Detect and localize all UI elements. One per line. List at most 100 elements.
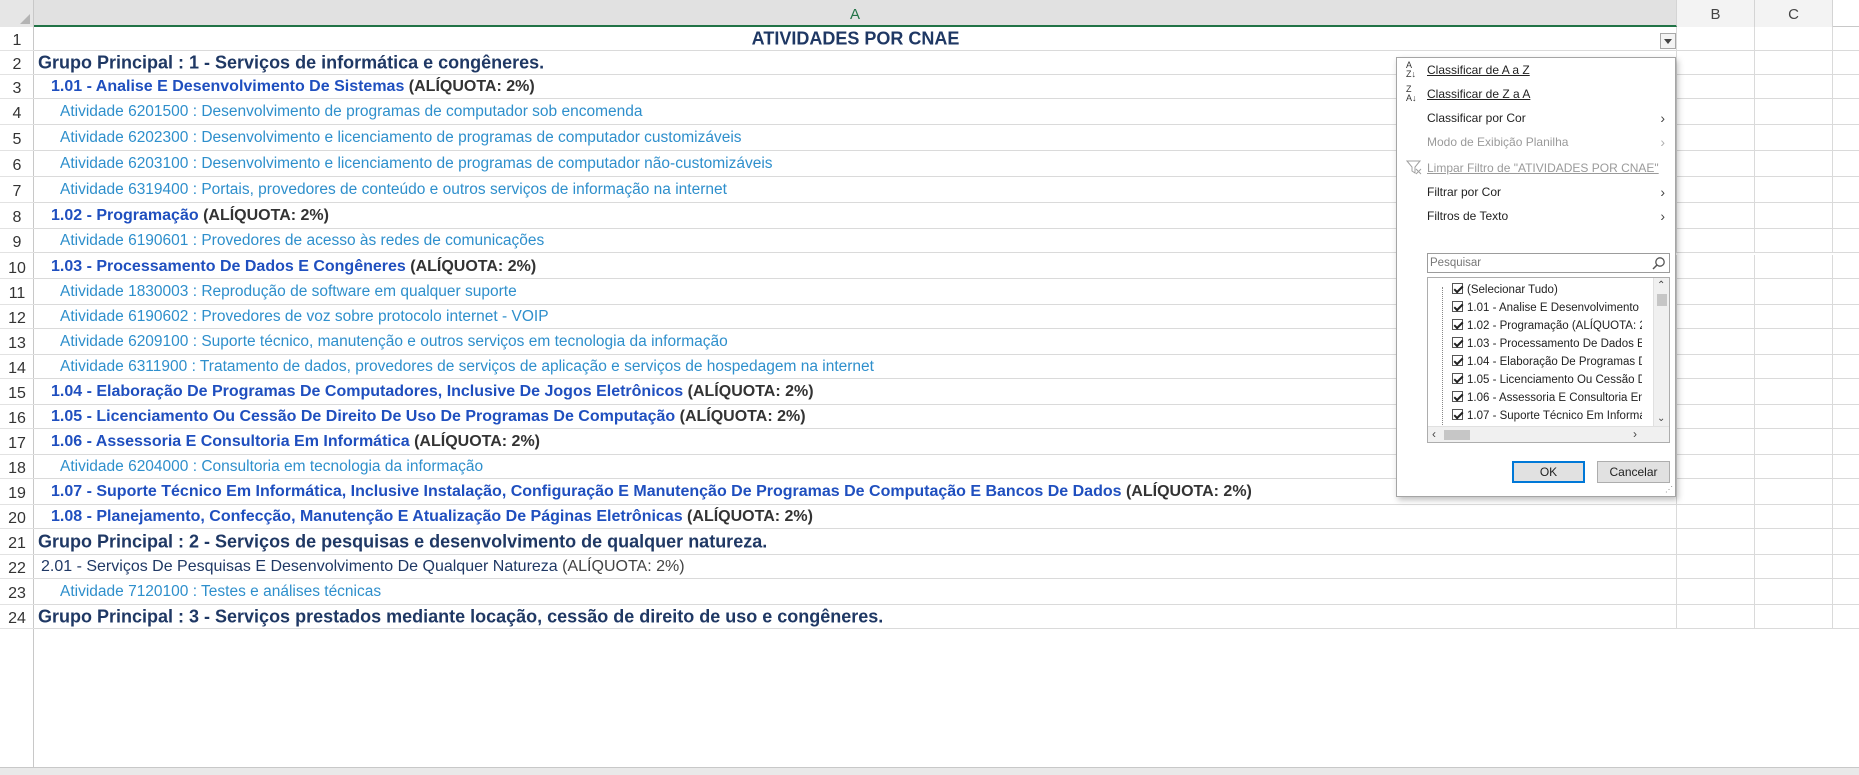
row-number[interactable]: 11 [0,279,34,305]
cell-b[interactable] [1677,177,1755,202]
cell-b[interactable] [1677,429,1755,454]
cell-c[interactable] [1755,151,1833,176]
row-number[interactable]: 7 [0,177,34,203]
cell-c[interactable] [1755,203,1833,228]
filter-dropdown-button[interactable] [1660,33,1676,49]
cell-b[interactable] [1677,379,1755,404]
cell-a[interactable]: ATIVIDADES POR CNAE [34,27,1677,50]
cell-b[interactable] [1677,255,1755,278]
cell-b[interactable] [1677,27,1755,50]
row-number[interactable]: 4 [0,99,34,125]
cell-b[interactable] [1677,99,1755,124]
cell-c[interactable] [1755,229,1833,252]
cell-a[interactable]: Grupo Principal : 2 - Serviços de pesqui… [34,529,1677,554]
cell-c[interactable] [1755,455,1833,478]
cell-b[interactable] [1677,279,1755,304]
cell-a[interactable]: Atividade 7120100 : Testes e análises té… [34,579,1677,604]
filter-value-item[interactable]: 1.01 - Analise E Desenvolvimento De [1452,299,1642,317]
cell-c[interactable] [1755,429,1833,454]
text-filters-item[interactable]: Filtros de Texto › [1397,204,1675,228]
cell-c[interactable] [1755,51,1833,74]
cell-c[interactable] [1755,405,1833,428]
select-all-checkbox-item[interactable]: (Selecionar Tudo) [1452,281,1642,299]
checkbox-checked-icon[interactable] [1452,373,1463,384]
checkbox-checked-icon[interactable] [1452,337,1463,348]
cell-b[interactable] [1677,355,1755,378]
sort-z-to-a-item[interactable]: Z A↓ Classificar de Z a A [1397,82,1675,106]
checkbox-checked-icon[interactable] [1452,319,1463,330]
checkbox-checked-icon[interactable] [1452,355,1463,366]
cell-b[interactable] [1677,125,1755,150]
cell-b[interactable] [1677,555,1755,578]
checkbox-checked-icon[interactable] [1452,409,1463,420]
column-header-b[interactable]: B [1677,0,1755,27]
row-number[interactable]: 21 [0,529,34,555]
row-number[interactable]: 3 [0,75,34,99]
cell-b[interactable] [1677,479,1755,504]
select-all-corner[interactable] [0,0,34,27]
cell-b[interactable] [1677,229,1755,252]
cell-c[interactable] [1755,99,1833,124]
cell-b[interactable] [1677,329,1755,354]
cell-c[interactable] [1755,555,1833,578]
checkbox-checked-icon[interactable] [1452,283,1463,294]
sort-by-color-item[interactable]: Classificar por Cor › [1397,106,1675,130]
cell-c[interactable] [1755,255,1833,278]
checkbox-checked-icon[interactable] [1452,391,1463,402]
row-number[interactable]: 9 [0,229,34,253]
cell-b[interactable] [1677,605,1755,628]
resize-grip-icon[interactable]: ⋰ [1665,486,1673,494]
row-number[interactable]: 16 [0,405,34,429]
chevron-right-icon[interactable]: › [1633,428,1637,440]
cell-b[interactable] [1677,505,1755,528]
row-number[interactable]: 6 [0,151,34,177]
cell-a[interactable]: 2.01 - Serviços De Pesquisas E Desenvolv… [34,555,1677,578]
row-number[interactable]: 19 [0,479,34,505]
cell-c[interactable] [1755,479,1833,504]
row-number[interactable]: 23 [0,579,34,605]
row-number[interactable]: 24 [0,605,34,629]
cancel-button[interactable]: Cancelar [1597,461,1670,483]
cell-b[interactable] [1677,75,1755,98]
cell-c[interactable] [1755,305,1833,328]
cell-c[interactable] [1755,177,1833,202]
cell-c[interactable] [1755,75,1833,98]
filter-search-input[interactable] [1428,254,1648,272]
row-number[interactable]: 22 [0,555,34,579]
filter-value-item[interactable]: 1.03 - Processamento De Dados E C [1452,335,1642,353]
row-number[interactable]: 14 [0,355,34,379]
cell-c[interactable] [1755,505,1833,528]
filter-value-item[interactable]: 1.06 - Assessoria E Consultoria Em In [1452,389,1642,407]
row-number[interactable]: 18 [0,455,34,479]
cell-b[interactable] [1677,51,1755,74]
ok-button[interactable]: OK [1512,461,1585,483]
cell-c[interactable] [1755,529,1833,554]
cell-c[interactable] [1755,27,1833,50]
cell-c[interactable] [1755,279,1833,304]
cell-b[interactable] [1677,203,1755,228]
column-header-a[interactable]: A [34,0,1677,27]
row-number[interactable]: 15 [0,379,34,405]
row-number[interactable]: 20 [0,505,34,529]
cell-c[interactable] [1755,355,1833,378]
cell-b[interactable] [1677,455,1755,478]
cell-b[interactable] [1677,151,1755,176]
row-number[interactable]: 13 [0,329,34,355]
row-number[interactable]: 8 [0,203,34,229]
chevron-down-icon[interactable]: ⌄ [1657,414,1665,424]
column-header-c[interactable]: C [1755,0,1833,27]
cell-b[interactable] [1677,405,1755,428]
sort-a-to-z-item[interactable]: A Z↓ Classificar de A a Z [1397,58,1675,82]
filter-value-item[interactable]: 1.05 - Licenciamento Ou Cessão De [1452,371,1642,389]
filter-by-color-item[interactable]: Filtrar por Cor › [1397,180,1675,204]
cell-c[interactable] [1755,605,1833,628]
scroll-thumb[interactable] [1444,430,1470,440]
cell-c[interactable] [1755,329,1833,354]
cell-c[interactable] [1755,125,1833,150]
cell-b[interactable] [1677,579,1755,604]
scroll-thumb[interactable] [1657,294,1667,306]
filter-value-item[interactable]: 1.07 - Suporte Técnico Em Informát [1452,407,1642,425]
row-number[interactable]: 12 [0,305,34,329]
chevron-left-icon[interactable]: ‹ [1432,428,1436,440]
cell-c[interactable] [1755,379,1833,404]
